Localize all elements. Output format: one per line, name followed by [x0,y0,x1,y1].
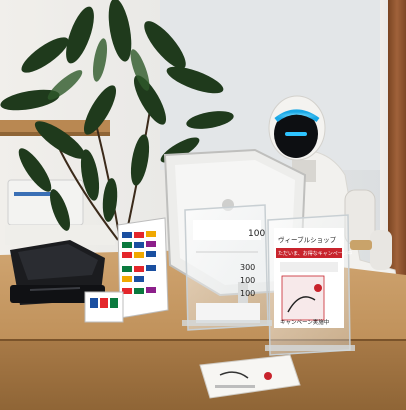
robot-eye-light [285,132,307,136]
photo-scene: 100 300 100 100 ヴィーブルショップ ただいま、お得なキャンペーン… [0,0,406,410]
price-1: 300 [240,263,255,272]
robot-forearm [370,230,392,270]
scene-illustration: 100 300 100 100 ヴィーブルショップ ただいま、お得なキャンペーン… [0,0,406,410]
price-sign: 100 300 100 100 [184,204,269,331]
price-2: 100 [240,276,255,285]
sign-banner-text: ただいま、お得なキャンペーン中 [278,250,353,257]
sign-sub: キャンペーン実施中 [280,318,329,326]
sign-title: ヴィーブルショップ [278,235,337,244]
leaflet-stripe [14,192,54,196]
robot-joint [350,240,372,250]
campaign-sign: ヴィーブルショップ ただいま、お得なキャンペーン中 キャンペーン実施中 [267,214,353,356]
center-price: 100 [248,229,265,239]
price-3: 100 [240,289,255,298]
